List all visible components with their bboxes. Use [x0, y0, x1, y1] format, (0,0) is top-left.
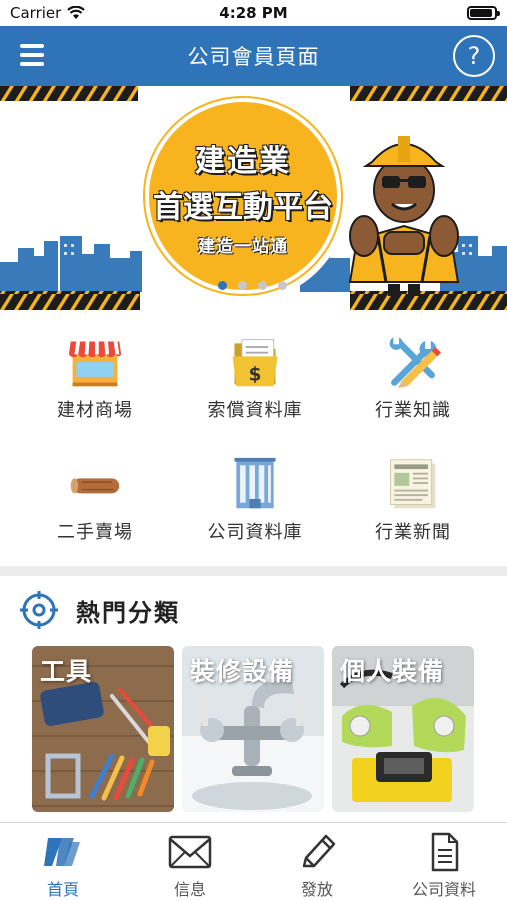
- hot-categories-header: 熱門分類: [0, 576, 507, 644]
- grid-item-label: 索償資料庫: [207, 400, 303, 421]
- grid-item-label: 建材商場: [57, 400, 133, 421]
- tab-home[interactable]: 首頁: [0, 823, 126, 900]
- wifi-icon: [67, 6, 86, 19]
- carrier-label: Carrier: [10, 4, 62, 22]
- tab-company-info[interactable]: 公司資料: [381, 823, 507, 900]
- shop-icon: [68, 341, 122, 387]
- svg-text:$: $: [249, 365, 262, 386]
- tab-messages[interactable]: 信息: [127, 823, 253, 900]
- feature-grid: 建材商場 $ 索償資料庫 行業知識 二手賣場 公司資料庫 行業新聞: [0, 312, 507, 564]
- category-card-personal-equipment[interactable]: 個人裝備: [332, 646, 474, 812]
- top-navbar: 公司會員頁面 ?: [0, 26, 507, 86]
- envelope-icon: [168, 835, 212, 869]
- carousel-dot[interactable]: [238, 281, 247, 290]
- section-separator: [0, 566, 507, 576]
- tools-pencil-icon: [389, 336, 441, 389]
- banner-badge: 建造業 首選互動平台 建造一站通: [137, 90, 349, 302]
- carousel-dots: [218, 281, 287, 290]
- battery-fill: [470, 9, 492, 17]
- carousel-dot[interactable]: [278, 281, 287, 290]
- status-bar: Carrier 4:28 PM: [0, 0, 507, 26]
- tab-label: 信息: [173, 880, 206, 899]
- tab-label: 發放: [300, 880, 333, 899]
- tab-label: 公司資料: [411, 880, 476, 899]
- timber-log-icon: [70, 478, 120, 494]
- claim-folder-icon: $: [232, 339, 278, 387]
- battery-icon: [467, 6, 500, 20]
- category-card-label: 裝修設備: [190, 657, 295, 686]
- target-icon: [20, 591, 58, 629]
- grid-item-claims-database[interactable]: $ 索償資料庫: [175, 312, 335, 422]
- banner-line3: 建造一站通: [198, 236, 288, 257]
- tab-post[interactable]: 發放: [254, 823, 380, 900]
- grid-item-industry-news[interactable]: 行業新聞: [333, 434, 493, 544]
- grid-item-label: 二手賣場: [57, 522, 133, 543]
- pencil-icon: [302, 834, 336, 868]
- app-screen: Carrier 4:28 PM 公司會員頁面 ? 建造業 首選互動平台 建造一站…: [0, 0, 507, 900]
- carousel-dot[interactable]: [218, 281, 227, 290]
- document-icon: [431, 832, 459, 872]
- hot-categories-title: 熱門分類: [76, 598, 180, 627]
- banner-badge-inner: 建造業 首選互動平台 建造一站通: [145, 98, 341, 294]
- page-title: 公司會員頁面: [187, 45, 320, 69]
- category-card-label: 工具: [40, 657, 93, 686]
- category-card-tools[interactable]: 工具: [32, 646, 174, 812]
- category-card-renovation[interactable]: 裝修設備: [182, 646, 324, 812]
- promo-banner[interactable]: 建造業 首選互動平台 建造一站通: [0, 86, 507, 310]
- category-card-label: 個人裝備: [340, 657, 445, 686]
- grid-item-building-materials[interactable]: 建材商場: [15, 312, 175, 422]
- status-left: Carrier: [10, 4, 86, 22]
- question-circle-icon[interactable]: ?: [453, 35, 495, 77]
- hot-category-cards: 工具 裝修設備 個人裝備: [32, 646, 492, 812]
- grid-item-label: 行業新聞: [375, 522, 451, 543]
- grid-item-company-database[interactable]: 公司資料庫: [175, 434, 335, 544]
- grid-item-label: 行業知識: [375, 400, 451, 421]
- grid-item-industry-knowledge[interactable]: 行業知識: [333, 312, 493, 422]
- grid-item-second-hand-market[interactable]: 二手賣場: [15, 434, 175, 544]
- newspaper-icon: [390, 459, 436, 509]
- carousel-dot[interactable]: [258, 281, 267, 290]
- banner-line1: 建造業: [195, 143, 291, 179]
- building-icon: [234, 457, 276, 509]
- hamburger-menu-icon[interactable]: [20, 44, 44, 66]
- bottom-tab-bar: 首頁 信息 發放 公司資料: [0, 822, 507, 900]
- grid-item-label: 公司資料庫: [207, 522, 303, 543]
- home-logo-icon: [44, 838, 80, 866]
- banner-line2: 首選互動平台: [153, 189, 333, 225]
- tab-label: 首頁: [46, 880, 79, 899]
